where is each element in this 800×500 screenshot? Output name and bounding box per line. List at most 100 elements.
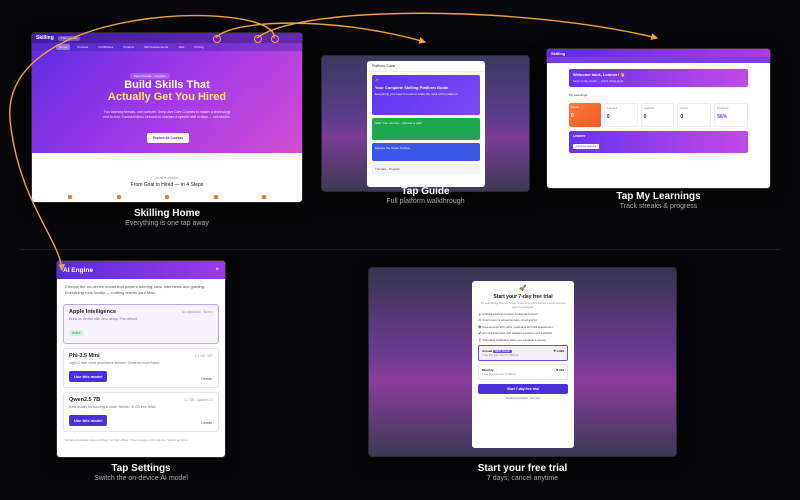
guide-modal: Platform Guide 🚀 Your Complete Skilling …	[367, 61, 485, 187]
stat-card: Hours 0	[677, 103, 712, 127]
home-steps-title: From Goal to Hired — in 4 Steps	[130, 182, 204, 188]
home-logo[interactable]: Skilling	[36, 35, 54, 41]
guide-tutorials-card[interactable]: Tutorials · Projects	[372, 164, 480, 174]
feature-text: Assessments with paths, roadmaps and ski…	[482, 324, 553, 329]
settings-button-highlight[interactable]	[271, 35, 279, 43]
use-model-button[interactable]: Use this model	[69, 371, 108, 382]
model-card-qwen[interactable]: Qwen2.5 7B 4.7 GB · Apache 2.0 Best qual…	[63, 392, 219, 432]
trial-title: Start your 7-day free trial	[493, 294, 553, 300]
rocket-icon: 🚀	[519, 286, 527, 292]
model-card-phi[interactable]: Phi-3.5 Mini 2.4 GB · MIT Light & fast; …	[63, 348, 219, 388]
home-caption: Skilling Home	[133, 208, 201, 219]
ai-engine-header: AI Engine ×	[57, 261, 225, 279]
plan-price: ₹ 199	[556, 367, 564, 372]
step-icon	[68, 195, 72, 199]
home-tab-assessments[interactable]: Skill Assessments	[141, 44, 171, 50]
learnings-button-highlight[interactable]	[254, 35, 262, 43]
use-model-button[interactable]: Use this model	[69, 415, 108, 426]
model-desc: Runs on device with zero setup. The defa…	[69, 317, 139, 321]
plan-name: Monthly	[482, 367, 494, 372]
guide-card-text: Everything you need to know to make the …	[375, 92, 459, 96]
model-desc: Best quality for tutoring & code. Needs …	[69, 405, 157, 409]
guide-card-title: Your Complete Skilling Platform Guide	[375, 85, 449, 90]
home-steps-heading: HOW IT WORKS From Goal to Hired — in 4 S…	[32, 176, 302, 188]
stat-value: 0	[643, 114, 647, 120]
plan-price: ₹ 1,999	[553, 348, 564, 353]
home-tab-pricing[interactable]: Pricing	[191, 44, 206, 50]
home-tab-courses[interactable]: Courses	[74, 44, 91, 50]
details-button[interactable]: Details	[201, 377, 212, 381]
step-icon	[213, 195, 218, 199]
model-meta: 4.7 GB · Apache 2.0	[184, 398, 213, 402]
home-tab-projects[interactable]: Projects	[120, 44, 137, 50]
home-tab-jobs[interactable]: Jobs	[175, 44, 187, 50]
home-hero: Skilling Start for free Home Courses Cer…	[32, 33, 302, 153]
plan-annual[interactable]: Annual BEST VALUE ₹ 1,999 7-day free tri…	[478, 344, 568, 361]
plan-monthly[interactable]: Monthly ₹ 199 7-day free trial, then ₹ 1…	[478, 363, 568, 380]
model-card-apple[interactable]: Apple Intelligence No download · Built i…	[63, 304, 219, 344]
feature-text: AI mock interviews with detailed questio…	[482, 331, 553, 336]
guide-button-highlight[interactable]	[213, 35, 221, 43]
trial-desc: Try everything free for 7 days. Cancel a…	[480, 301, 566, 309]
learnings-screenshot[interactable]: Skilling Welcome back, Learner! 👋 Keep u…	[546, 48, 771, 189]
start-trial-button[interactable]: Start 7-day free trial	[478, 383, 568, 394]
stat-card: Courses 0	[603, 103, 638, 127]
explore-courses-button[interactable]: Explore All Courses	[147, 133, 189, 143]
trial-links[interactable]: Restore purchases · Not now	[478, 397, 568, 400]
trial-feature: 🧠 Smart tutors & lab across labs, cloud …	[478, 318, 537, 323]
learn-welcome-sub: Keep up the streak — you're doing great.	[573, 79, 624, 83]
learn-logo[interactable]: Skilling	[551, 51, 565, 56]
plan-sub: 7-day free trial, then ₹ 199/mo	[482, 372, 516, 376]
guide-header: Platform Guide	[367, 61, 485, 72]
home-tab-certificates[interactable]: Certificates	[95, 44, 116, 50]
learn-welcome-banner: Welcome back, Learner! 👋 Keep up the str…	[569, 69, 748, 87]
continue-learning-button[interactable]: Continue learning	[573, 144, 600, 149]
home-tab-home[interactable]: Home	[56, 44, 71, 50]
learn-continue-banner: Learner Continue learning	[569, 131, 748, 153]
home-step-icons	[68, 195, 266, 199]
arrow-to-learnings	[256, 12, 659, 41]
trial-feature: 🏅 Shareable certificates when you comple…	[478, 337, 546, 342]
home-tabs: Home Courses Certificates Projects Skill…	[32, 43, 302, 51]
stat-label: Progress	[717, 106, 729, 110]
home-steps-kicker: HOW IT WORKS	[156, 176, 178, 180]
trial-subcaption: 7 days, cancel anytime	[486, 475, 559, 482]
stat-label: Hours	[680, 106, 688, 110]
settings-subcaption: Switch the on-device AI model	[94, 475, 188, 482]
settings-screenshot[interactable]: AI Engine × Choose the on-device model t…	[56, 260, 226, 458]
trial-feature: 📚 Assessments with paths, roadmaps and s…	[478, 324, 553, 329]
step-icon	[116, 195, 121, 199]
learn-stats: Streak 0 Courses 0 Lessons 0 Hours 0 Progres…	[569, 103, 748, 127]
stat-label: Courses	[606, 106, 618, 110]
trial-caption: Start your free trial	[477, 463, 568, 474]
learn-section-label: My Learnings	[569, 93, 588, 97]
row-divider	[20, 249, 780, 250]
settings-caption: Tap Settings	[111, 463, 171, 474]
guide-screenshot[interactable]: Platform Guide 🚀 Your Complete Skilling …	[321, 55, 530, 192]
trial-feature: 🔓 Unlimited access to every course and l…	[478, 311, 538, 316]
guide-journey-card[interactable]: Start Your Journey · Choose a path	[372, 118, 480, 140]
details-button[interactable]: Details	[201, 421, 212, 425]
learn-welcome-title: Welcome back, Learner! 👋	[573, 72, 626, 77]
rocket-icon: 🚀	[375, 78, 379, 82]
guide-toolbox-card[interactable]: Explore the Smart Toolbox	[372, 143, 480, 161]
plan-sub: 7-day free trial, then ₹ 1,999/year	[482, 353, 520, 357]
plan-name: Annual	[482, 348, 493, 353]
home-subcaption: Everything is one tap away	[125, 220, 209, 227]
stat-value: 56%	[717, 114, 728, 120]
learn-subcaption: Track streaks & progress	[619, 203, 698, 210]
home-headline-1: Build Skills That	[124, 79, 210, 91]
model-meta: 2.4 GB · MIT	[194, 354, 213, 358]
model-name: Phi-3.5 Mini	[69, 353, 100, 359]
close-icon[interactable]: ×	[215, 267, 219, 273]
stat-value: 0	[571, 113, 574, 119]
feature-text: Smart tutors & lab across labs, cloud an…	[482, 318, 537, 323]
learn-caption: Tap My Learnings	[616, 191, 701, 202]
trial-screenshot[interactable]: 🚀 Start your 7-day free trial Try everyt…	[368, 267, 677, 457]
feature-text: Shareable certificates when you complete…	[482, 337, 546, 342]
step-icon	[262, 195, 266, 199]
learn-navbar: Skilling	[547, 49, 770, 57]
home-lead: Two learning formats, one platform. Deep…	[103, 110, 231, 119]
home-start-chip[interactable]: Start for free	[57, 35, 81, 41]
home-screenshot[interactable]: Skilling Start for free Home Courses Cer…	[31, 32, 303, 203]
